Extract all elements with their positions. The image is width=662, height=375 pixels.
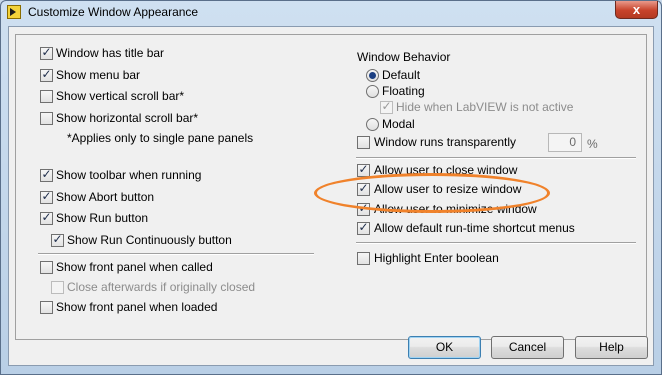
allow-user-minimize-checkbox[interactable] [357, 201, 370, 216]
show-vertical-scroll-bar-label: Show vertical scroll bar* [56, 89, 185, 103]
allow-user-resize-checkbox[interactable] [357, 181, 370, 196]
allow-user-close-label: Allow user to close window [374, 163, 518, 177]
window-has-title-bar-checkbox[interactable] [40, 45, 53, 60]
window-behavior-heading: Window Behavior [357, 50, 451, 64]
behavior-default-label: Default [382, 68, 421, 82]
behavior-floating-label: Floating [382, 84, 425, 98]
show-toolbar-when-running-label: Show toolbar when running [56, 168, 202, 182]
left-divider [38, 253, 314, 255]
options-group: Window has title bar Show menu bar Show … [15, 34, 647, 340]
hide-when-inactive-label: Hide when LabVIEW is not active [396, 100, 574, 114]
window-runs-transparently-checkbox[interactable] [357, 136, 370, 149]
allow-user-minimize-label: Allow user to minimize window [374, 202, 537, 216]
show-horizontal-scroll-bar-label: Show horizontal scroll bar* [56, 111, 199, 125]
highlight-enter-boolean-label: Highlight Enter boolean [374, 251, 499, 265]
show-run-continuously-button-label: Show Run Continuously button [67, 233, 232, 247]
hide-when-inactive-checkbox[interactable] [380, 99, 393, 114]
allow-default-menus-checkbox[interactable] [357, 220, 370, 235]
behavior-floating-radio[interactable] [366, 85, 379, 98]
right-divider-top [356, 157, 636, 159]
ok-button[interactable]: OK [408, 336, 481, 359]
show-run-continuously-button-checkbox[interactable] [51, 232, 64, 247]
close-afterwards-checkbox[interactable] [51, 281, 64, 294]
behavior-default-radio[interactable] [366, 69, 379, 82]
transparency-percent-input[interactable]: 0 [548, 133, 582, 152]
show-toolbar-when-running-checkbox[interactable] [40, 167, 53, 182]
cancel-button[interactable]: Cancel [491, 336, 564, 359]
show-front-panel-when-loaded-label: Show front panel when loaded [56, 300, 218, 314]
highlight-enter-boolean-checkbox[interactable] [357, 252, 370, 265]
allow-default-menus-label: Allow default run-time shortcut menus [374, 221, 575, 235]
allow-user-close-checkbox[interactable] [357, 162, 370, 177]
scroll-bar-footnote: *Applies only to single pane panels [67, 131, 254, 145]
window-runs-transparently-label: Window runs transparently [374, 135, 517, 149]
show-menu-bar-label: Show menu bar [56, 68, 141, 82]
show-front-panel-when-called-checkbox[interactable] [40, 261, 53, 274]
show-vertical-scroll-bar-checkbox[interactable] [40, 90, 53, 103]
show-run-button-checkbox[interactable] [40, 210, 53, 225]
window-has-title-bar-label: Window has title bar [56, 46, 165, 60]
close-window-button[interactable]: x [615, 1, 658, 19]
right-divider-bottom [356, 242, 636, 244]
dialog-window: Customize Window Appearance x Window has… [0, 0, 662, 375]
labview-app-icon [7, 5, 21, 19]
show-abort-button-label: Show Abort button [56, 190, 155, 204]
allow-user-resize-label: Allow user to resize window [374, 182, 522, 196]
window-title: Customize Window Appearance [28, 5, 199, 19]
help-button[interactable]: Help [575, 336, 648, 359]
show-front-panel-when-called-label: Show front panel when called [56, 260, 213, 274]
behavior-modal-radio[interactable] [366, 118, 379, 131]
show-horizontal-scroll-bar-checkbox[interactable] [40, 112, 53, 125]
transparency-unit-label: % [587, 137, 598, 151]
show-menu-bar-checkbox[interactable] [40, 67, 53, 82]
show-abort-button-checkbox[interactable] [40, 189, 53, 204]
title-bar: Customize Window Appearance x [1, 1, 661, 25]
dialog-body: Window has title bar Show menu bar Show … [8, 26, 654, 366]
show-front-panel-when-loaded-checkbox[interactable] [40, 301, 53, 314]
show-run-button-label: Show Run button [56, 211, 149, 225]
close-afterwards-label: Close afterwards if originally closed [67, 280, 256, 294]
behavior-modal-label: Modal [382, 117, 415, 131]
